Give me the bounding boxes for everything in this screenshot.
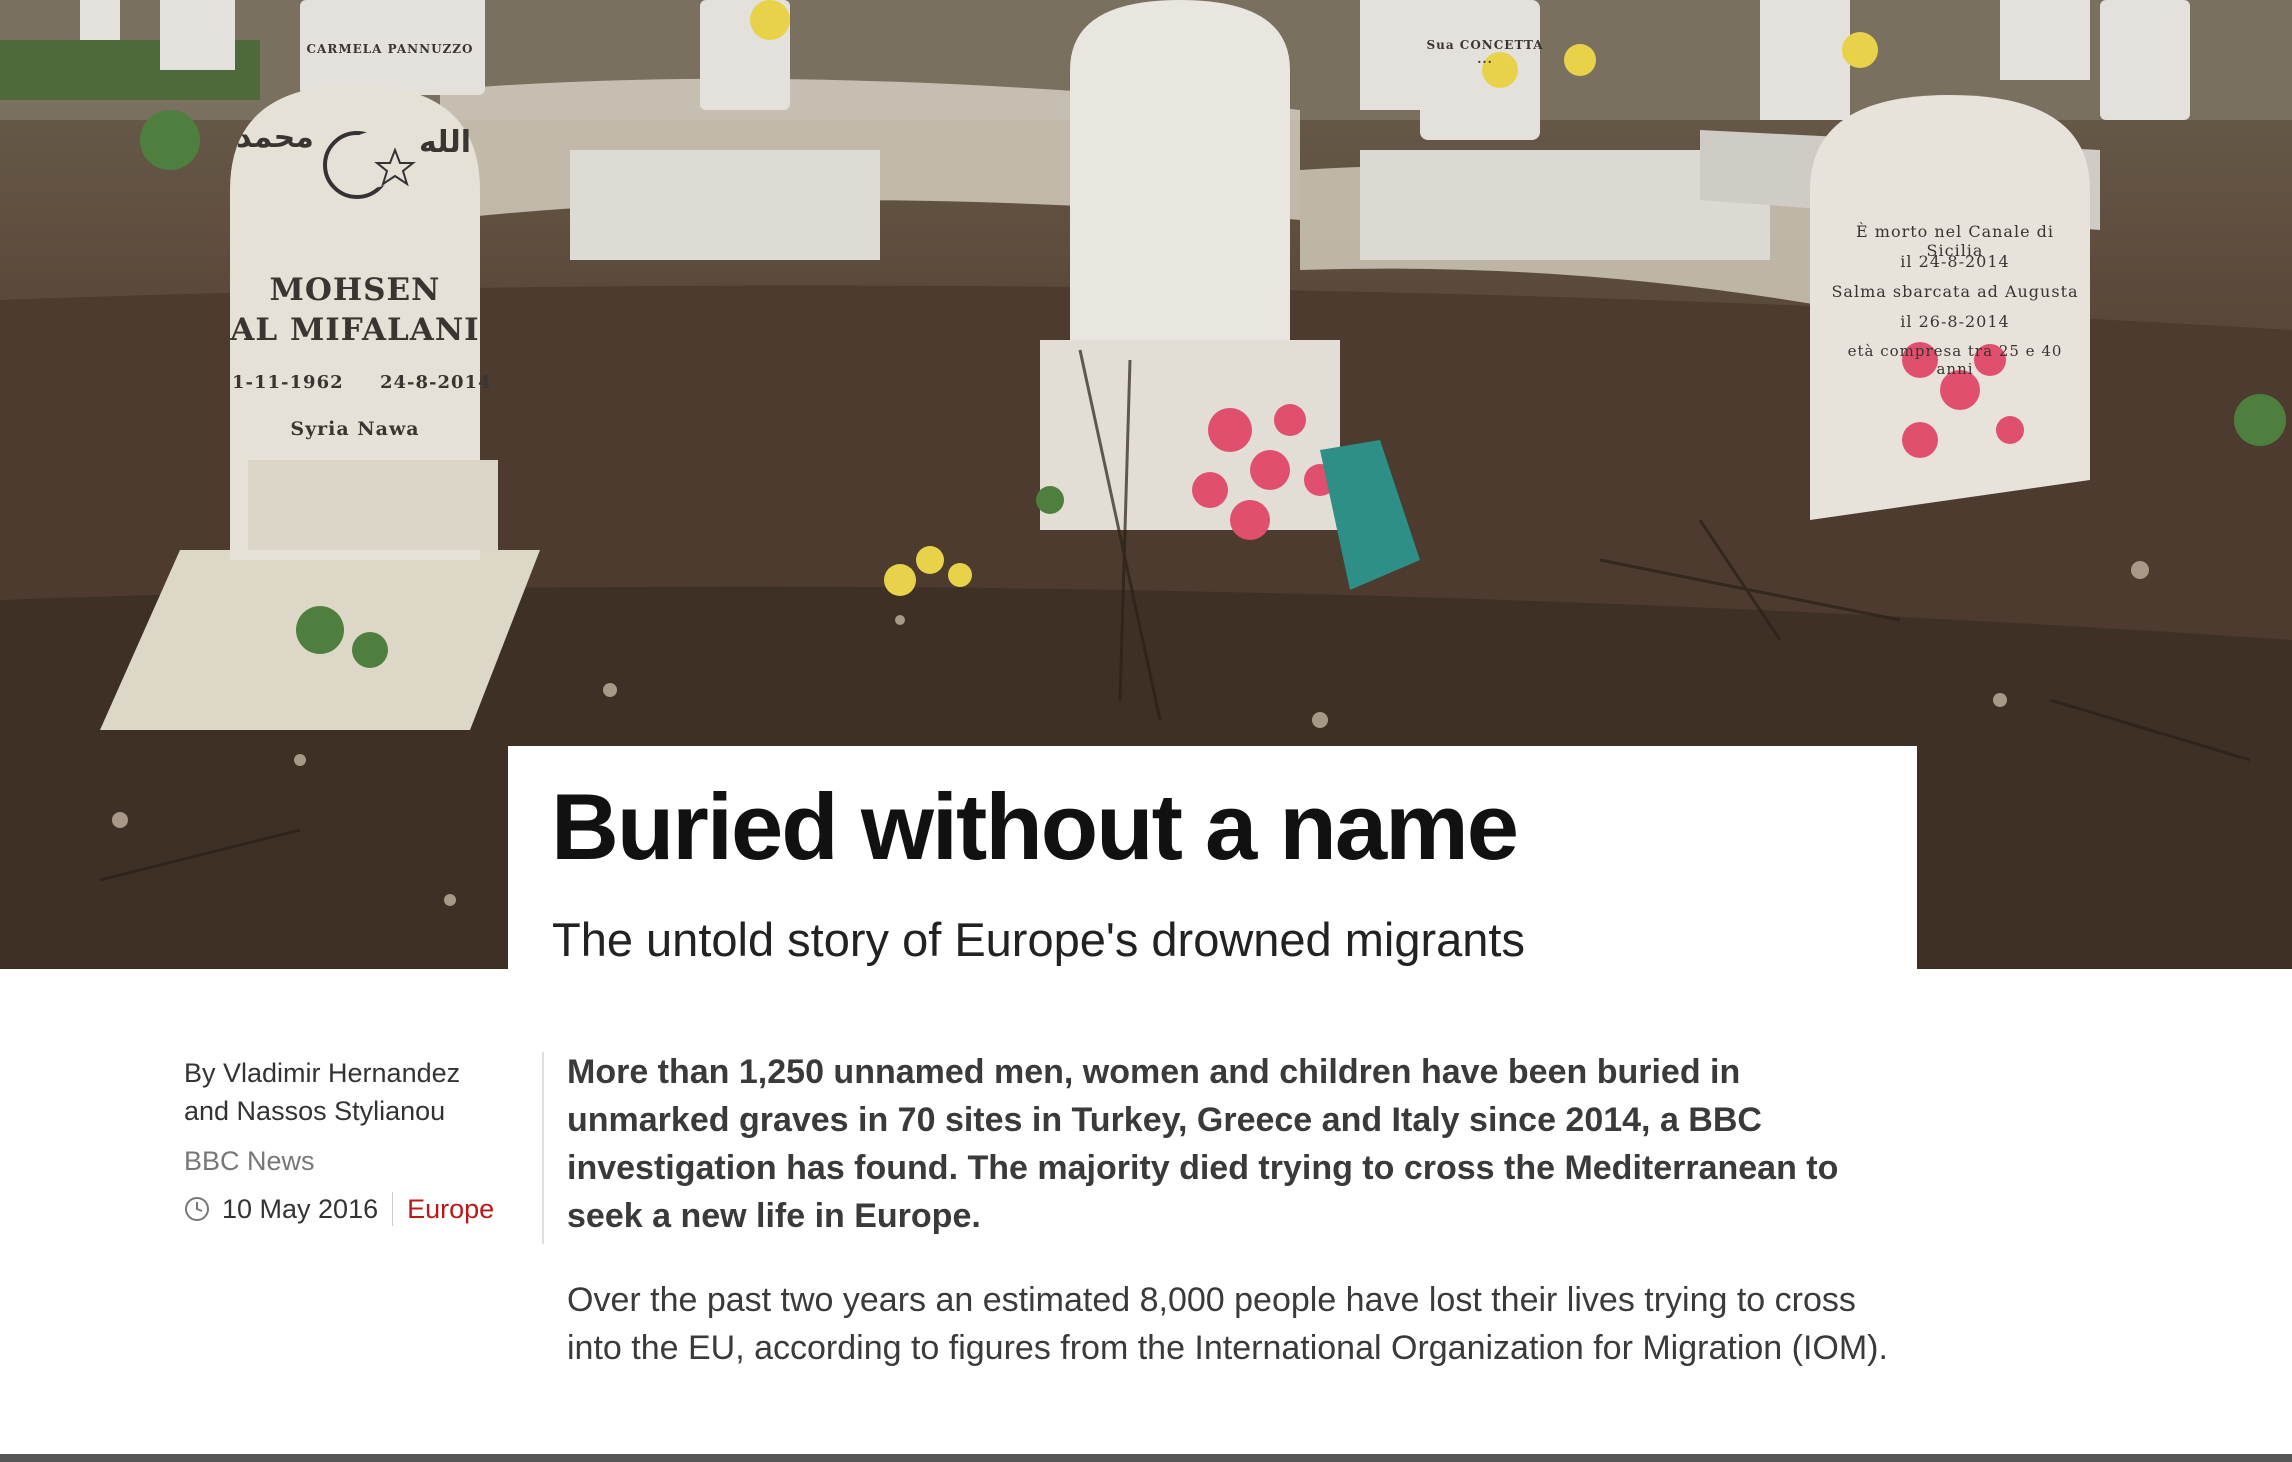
byline-author-line1: By Vladimir Hernandez <box>184 1058 461 1088</box>
article-intro: More than 1,250 unnamed men, women and c… <box>567 1053 1839 1235</box>
article-meta: 10 May 2016 Europe <box>184 1190 524 1228</box>
publish-date: 10 May 2016 <box>222 1194 379 1224</box>
headline: Buried without a name <box>551 774 1519 879</box>
background-stone-text-1: CARMELA PANNUZZO <box>306 42 474 56</box>
window-bottom-edge <box>0 1454 2292 1462</box>
meta-divider <box>392 1192 394 1226</box>
hero-image: محمد الله MOHSEN AL MIFALANI 1-11-1962 2… <box>0 0 2292 969</box>
title-card: Buried without a name The untold story o… <box>508 746 1917 969</box>
gravestone-name-line2: AL MIFALANI <box>230 312 480 348</box>
clock-icon <box>185 1197 209 1221</box>
byline-organisation: BBC News <box>184 1146 315 1176</box>
subtitle: The untold story of Europe's drowned mig… <box>552 913 1525 966</box>
byline-divider <box>542 1052 544 1244</box>
gravestone-arabic-right: الله <box>419 125 471 160</box>
gravestone-right-line4: il 26-8-2014 <box>1900 312 2010 331</box>
gravestone-right-line5: età compresa tra 25 e 40 anni <box>1847 342 2063 378</box>
gravestone-right-line3: Salma sbarcata ad Augusta <box>1831 282 2079 301</box>
gravestone-dates: 1-11-1962 24-8-2014 <box>232 372 492 393</box>
article-paragraph: Over the past two years an estimated 8,0… <box>567 1281 1888 1367</box>
byline: By Vladimir Hernandez and Nassos Stylian… <box>184 1054 524 1228</box>
gravestone-right-line2: il 24-8-2014 <box>1900 252 2010 271</box>
gravestone-name-line1: MOHSEN <box>269 272 441 308</box>
background-stone-text-2: Sua CONCETTA ... <box>1426 38 1544 66</box>
gravestone-origin: Syria Nawa <box>290 418 420 440</box>
gravestone-arabic-left: محمد <box>236 120 314 155</box>
byline-author-line2: and Nassos Stylianou <box>184 1096 446 1126</box>
section-link-europe[interactable]: Europe <box>407 1190 494 1228</box>
